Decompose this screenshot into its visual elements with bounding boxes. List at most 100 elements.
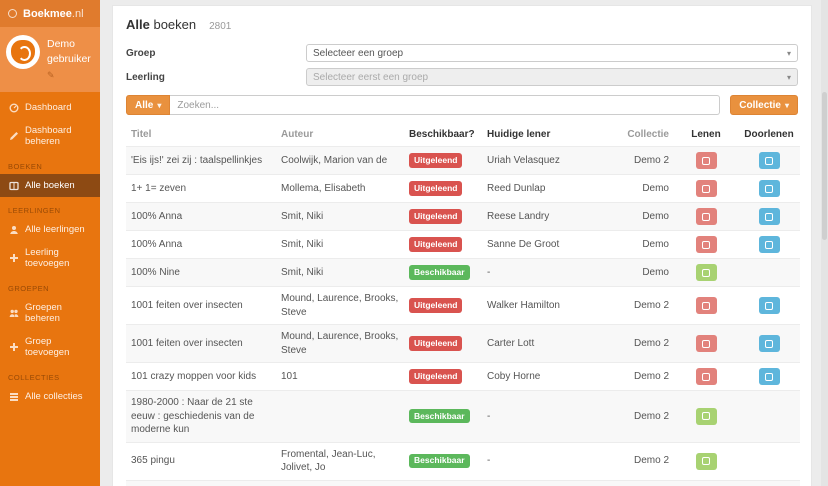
cell-status: Uitgeleend xyxy=(404,287,482,325)
table-row: 1001 feiten over insecten Mound, Laurence… xyxy=(126,286,800,325)
sidebar-item-label: Dashboard beheren xyxy=(25,125,72,148)
book-action-icon xyxy=(702,372,710,381)
column-header-lenen: Lenen xyxy=(691,129,721,140)
user-name: Demo gebruiker xyxy=(47,38,91,66)
relend-book-button[interactable] xyxy=(758,208,780,225)
brand-name: Boekmee xyxy=(23,7,72,20)
status-badge: Uitgeleend xyxy=(409,181,463,196)
cell-borrower: - xyxy=(487,266,491,278)
sidebar-item-label: Alle leerlingen xyxy=(25,224,85,236)
column-header-doorlenen: Doorlenen xyxy=(744,129,794,140)
brand-title[interactable]: Boekmee.nl xyxy=(23,8,84,20)
lend-book-button[interactable] xyxy=(695,452,717,470)
group-select[interactable]: Selecteer een groep ▾ xyxy=(306,44,798,62)
sidebar-item-label: Alle collecties xyxy=(25,391,83,403)
column-header-beschikbaar: Beschikbaar? xyxy=(409,129,475,140)
sidebar-item-groep-toevoegen[interactable]: Groep toevoegen xyxy=(0,330,100,364)
column-header-auteur[interactable]: Auteur xyxy=(276,125,404,147)
sidebar-header: Boekmee.nl xyxy=(0,0,100,27)
status-badge: Uitgeleend xyxy=(409,153,463,168)
sidebar-item-dashboard[interactable]: Dashboard xyxy=(0,96,100,119)
return-book-button[interactable] xyxy=(695,152,717,169)
relend-book-button[interactable] xyxy=(758,335,780,352)
cell-title: 100% Anna xyxy=(131,238,183,250)
caret-down-icon: ▾ xyxy=(157,100,162,110)
table-row: 365 pingu Fromental, Jean-Luc, Jolivet, J… xyxy=(126,442,800,480)
cell-author: Mound, Laurence, Brooks, Steve xyxy=(281,331,399,356)
cell-borrower: Sanne De Groot xyxy=(487,238,560,250)
pencil-icon xyxy=(8,131,19,141)
cell-status: Uitgeleend xyxy=(404,175,482,203)
scrollbar-thumb[interactable] xyxy=(822,92,827,240)
book-action-icon xyxy=(702,212,710,221)
cell-status: Uitgeleend xyxy=(404,325,482,363)
sidebar-section-collecties: COLLECTIES xyxy=(8,373,60,383)
cell-author xyxy=(276,391,404,443)
group-select-value: Selecteer een groep xyxy=(313,47,404,59)
book-action-icon xyxy=(702,339,710,348)
relend-book-button[interactable] xyxy=(758,180,780,197)
column-header-collectie[interactable]: Collectie xyxy=(604,125,674,147)
sidebar-section-groepen: GROEPEN xyxy=(8,284,50,294)
cell-author: Mound, Laurence, Brooks, Steve xyxy=(281,293,399,318)
table-header-row: Titel Auteur Beschikbaar? Huidige lener Coll… xyxy=(126,125,800,147)
column-header-titel[interactable]: Titel xyxy=(126,125,276,147)
cell-collection: Demo xyxy=(642,266,669,278)
sidebar-item-alle-leerlingen[interactable]: Alle leerlingen xyxy=(0,218,100,241)
sidebar-item-leerling-toevoegen[interactable]: Leerling toevoegen xyxy=(0,241,100,275)
search-scope-button[interactable]: Alle ▾ xyxy=(126,95,171,115)
book-action-icon xyxy=(702,268,710,277)
return-book-button[interactable] xyxy=(695,180,717,197)
lend-book-button[interactable] xyxy=(695,407,717,425)
scrollbar-track[interactable] xyxy=(821,0,828,486)
book-count: 2801 xyxy=(209,21,232,32)
cell-author: Mollema, Elisabeth xyxy=(281,182,366,194)
sidebar-item-groepen-beheren[interactable]: Groepen beheren xyxy=(0,296,100,330)
relend-action-icon xyxy=(765,301,773,310)
group-label: Groep xyxy=(126,47,156,59)
sidebar-item-alle-boeken[interactable]: Alle boeken xyxy=(0,174,100,198)
return-book-button[interactable] xyxy=(695,297,717,314)
column-header-huidige-lener: Huidige lener xyxy=(487,129,551,140)
cell-status: Beschikbaar xyxy=(404,442,482,480)
lend-book-button[interactable] xyxy=(695,264,717,281)
student-select: Selecteer eerst een groep ▾ xyxy=(306,68,798,86)
table-row: 100% Anna Smit, Niki Uitgeleend Sanne De Gr… xyxy=(126,230,800,259)
relend-book-button[interactable] xyxy=(758,236,780,253)
book-action-icon xyxy=(702,412,710,421)
return-book-button[interactable] xyxy=(695,368,717,385)
cell-lenen xyxy=(674,147,738,175)
sidebar-item-alle-collecties[interactable]: Alle collecties xyxy=(0,385,100,408)
collection-button[interactable]: Collectie ▾ xyxy=(730,95,798,115)
table-body: 'Eis ijs!' zei zij : taalspellinkjes Cool… xyxy=(126,146,800,486)
return-book-button[interactable] xyxy=(695,335,717,352)
plus-icon xyxy=(8,342,19,352)
table-row: 1980-2000 : Naar de 21 ste eeuw : geschi… xyxy=(126,390,800,443)
cell-lenen xyxy=(674,259,738,287)
avatar xyxy=(6,35,40,69)
cell-doorlenen xyxy=(738,231,800,259)
page-title-bold: Alle xyxy=(126,17,150,32)
relend-book-button[interactable] xyxy=(758,152,780,169)
book-action-icon xyxy=(702,240,710,249)
cell-status: Beschikbaar xyxy=(404,480,482,486)
return-book-button[interactable] xyxy=(695,236,717,253)
sidebar-item-label: Groep toevoegen xyxy=(25,336,70,359)
caret-down-icon: ▾ xyxy=(784,100,789,110)
sidebar-item-dashboard-beheren[interactable]: Dashboard beheren xyxy=(0,119,100,153)
cell-borrower: Coby Horne xyxy=(487,370,541,382)
status-badge: Uitgeleend xyxy=(409,237,463,252)
cell-borrower: - xyxy=(482,480,604,486)
student-label: Leerling xyxy=(126,71,165,83)
relend-book-button[interactable] xyxy=(758,297,780,314)
relend-book-button[interactable] xyxy=(758,368,780,385)
return-book-button[interactable] xyxy=(695,208,717,225)
user-profile[interactable]: Demo gebruiker ✎ xyxy=(0,27,100,93)
search-input[interactable] xyxy=(170,95,721,115)
relend-action-icon xyxy=(765,184,773,193)
cell-lenen xyxy=(674,175,738,203)
cell-doorlenen xyxy=(738,363,800,391)
edit-profile-icon[interactable]: ✎ xyxy=(47,69,94,82)
main-panel: Alle boeken 2801 Groep Selecteer een gro… xyxy=(112,5,812,486)
cell-lenen xyxy=(674,363,738,391)
